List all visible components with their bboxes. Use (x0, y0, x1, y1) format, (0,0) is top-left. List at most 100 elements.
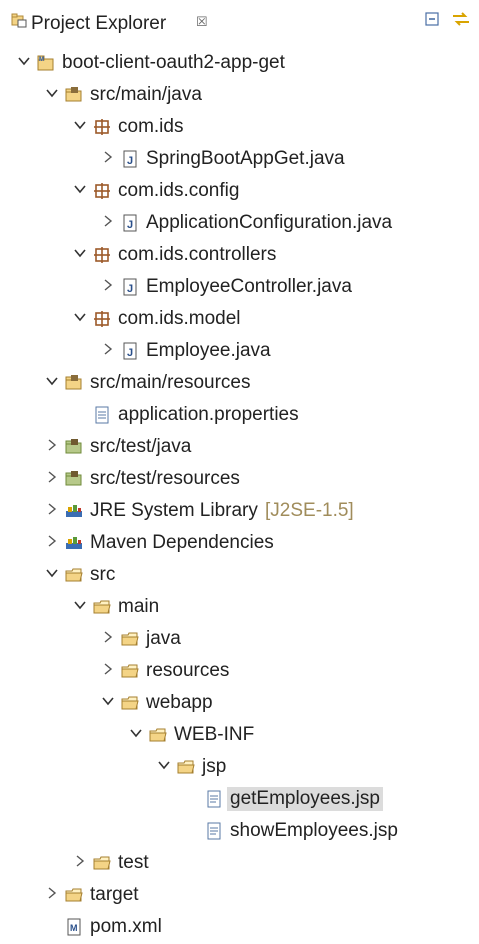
tree-item-label: pom.xml (90, 916, 162, 937)
tree-item-decoration: [J2SE-1.5] (265, 500, 354, 521)
tree-item-label: application.properties (118, 404, 299, 425)
chevron-down-icon[interactable] (73, 310, 87, 324)
tree-item-label: webapp (146, 692, 213, 713)
chevron-right-icon[interactable] (101, 342, 115, 356)
chevron-right-icon[interactable] (45, 438, 59, 452)
tree-item[interactable]: src/main/resources (0, 368, 479, 400)
maven-file-icon: M (67, 918, 81, 936)
library-icon (66, 537, 82, 549)
chevron-right-icon[interactable] (73, 854, 87, 868)
tree-item-label: Maven Dependencies (90, 532, 274, 553)
tree-item[interactable]: J ApplicationConfiguration.java (0, 208, 479, 240)
chevron-down-icon[interactable] (129, 726, 143, 740)
link-with-editor-icon[interactable] (450, 8, 472, 30)
tree-item[interactable]: java (0, 624, 479, 656)
chevron-right-icon[interactable] (101, 662, 115, 676)
library-icon (66, 505, 82, 517)
tree-item-label: com.ids (118, 116, 184, 137)
package-icon (94, 119, 110, 135)
test-folder-icon (65, 439, 82, 454)
tree-item-label: showEmployees.jsp (230, 820, 398, 841)
tree-item[interactable]: application.properties (0, 400, 479, 432)
tree-item[interactable]: jsp (0, 752, 479, 784)
svg-text:J: J (127, 283, 133, 295)
tree-item[interactable]: src (0, 560, 479, 592)
chevron-down-icon[interactable] (17, 54, 31, 68)
java-file-icon: J (123, 214, 137, 232)
tree-item[interactable]: webapp (0, 688, 479, 720)
tree-item[interactable]: com.ids.config (0, 176, 479, 208)
folder-icon (121, 664, 139, 678)
chevron-right-icon[interactable] (45, 502, 59, 516)
tree-item-label: jsp (202, 756, 227, 777)
tree-item[interactable]: JRE System Library [J2SE-1.5] (0, 496, 479, 528)
chevron-down-icon[interactable] (45, 374, 59, 388)
tree-item-label: src (90, 564, 116, 585)
chevron-down-icon[interactable] (73, 118, 87, 132)
tree-item[interactable]: Mboot-client-oauth2-app-get (0, 48, 479, 80)
folder-icon (177, 760, 195, 774)
tree-item[interactable]: J EmployeeController.java (0, 272, 479, 304)
folder-icon (121, 632, 139, 646)
tree-item-label: ApplicationConfiguration.java (146, 212, 393, 233)
test-folder-icon (65, 471, 82, 486)
package-icon (94, 183, 110, 199)
chevron-down-icon[interactable] (73, 598, 87, 612)
tree-item[interactable]: com.ids.controllers (0, 240, 479, 272)
tree-item-label: EmployeeController.java (146, 276, 352, 297)
chevron-down-icon[interactable] (45, 86, 59, 100)
collapse-all-icon[interactable] (424, 11, 440, 27)
tree-item[interactable]: showEmployees.jsp (0, 816, 479, 848)
tree-item[interactable]: com.ids.model (0, 304, 479, 336)
tree-item[interactable]: target (0, 880, 479, 912)
tree-item-label: src/test/java (90, 436, 192, 457)
tree-item-label: src/main/resources (90, 372, 251, 393)
tree-item[interactable]: Mpom.xml (0, 912, 479, 944)
jsp-file-icon (207, 822, 221, 840)
chevron-right-icon[interactable] (101, 278, 115, 292)
tree-item[interactable]: J SpringBootAppGet.java (0, 144, 479, 176)
tree-item-label: test (118, 852, 149, 873)
folder-icon (121, 696, 139, 710)
chevron-right-icon[interactable] (101, 150, 115, 164)
tree-item[interactable]: resources (0, 656, 479, 688)
chevron-down-icon[interactable] (101, 694, 115, 708)
chevron-right-icon[interactable] (101, 630, 115, 644)
tree-item-label: WEB-INF (174, 724, 255, 745)
view-title[interactable]: Project Explorer (31, 13, 166, 35)
svg-text:M: M (39, 57, 44, 63)
source-folder-icon (65, 375, 82, 390)
tree-item-label: java (146, 628, 181, 649)
package-icon (94, 311, 110, 327)
close-view-icon[interactable]: ☒ (196, 14, 208, 30)
chevron-down-icon[interactable] (73, 246, 87, 260)
tree-item[interactable]: J Employee.java (0, 336, 479, 368)
chevron-right-icon[interactable] (101, 214, 115, 228)
tree-item[interactable]: main (0, 592, 479, 624)
jsp-file-icon (207, 790, 221, 808)
folder-icon (93, 600, 111, 614)
tree-item[interactable]: src/test/java (0, 432, 479, 464)
tree-item[interactable]: WEB-INF (0, 720, 479, 752)
chevron-down-icon[interactable] (73, 182, 87, 196)
tree-item[interactable]: com.ids (0, 112, 479, 144)
svg-text:J: J (127, 219, 133, 231)
source-folder-icon (65, 87, 82, 102)
chevron-right-icon[interactable] (45, 534, 59, 548)
chevron-down-icon[interactable] (45, 566, 59, 580)
java-file-icon: J (123, 150, 137, 168)
chevron-right-icon[interactable] (45, 886, 59, 900)
tree-item[interactable]: Maven Dependencies (0, 528, 479, 560)
tree-item[interactable]: test (0, 848, 479, 880)
chevron-down-icon[interactable] (157, 758, 171, 772)
text-file-icon (95, 406, 109, 424)
folder-icon (65, 888, 83, 902)
chevron-right-icon[interactable] (45, 470, 59, 484)
tree-item[interactable]: src/main/java (0, 80, 479, 112)
project-explorer-icon (11, 13, 27, 28)
tree-item[interactable]: src/test/resources (0, 464, 479, 496)
tree-item[interactable]: getEmployees.jsp (0, 784, 479, 816)
svg-text:J: J (127, 347, 133, 359)
java-file-icon: J (123, 278, 137, 296)
folder-icon (149, 728, 167, 742)
